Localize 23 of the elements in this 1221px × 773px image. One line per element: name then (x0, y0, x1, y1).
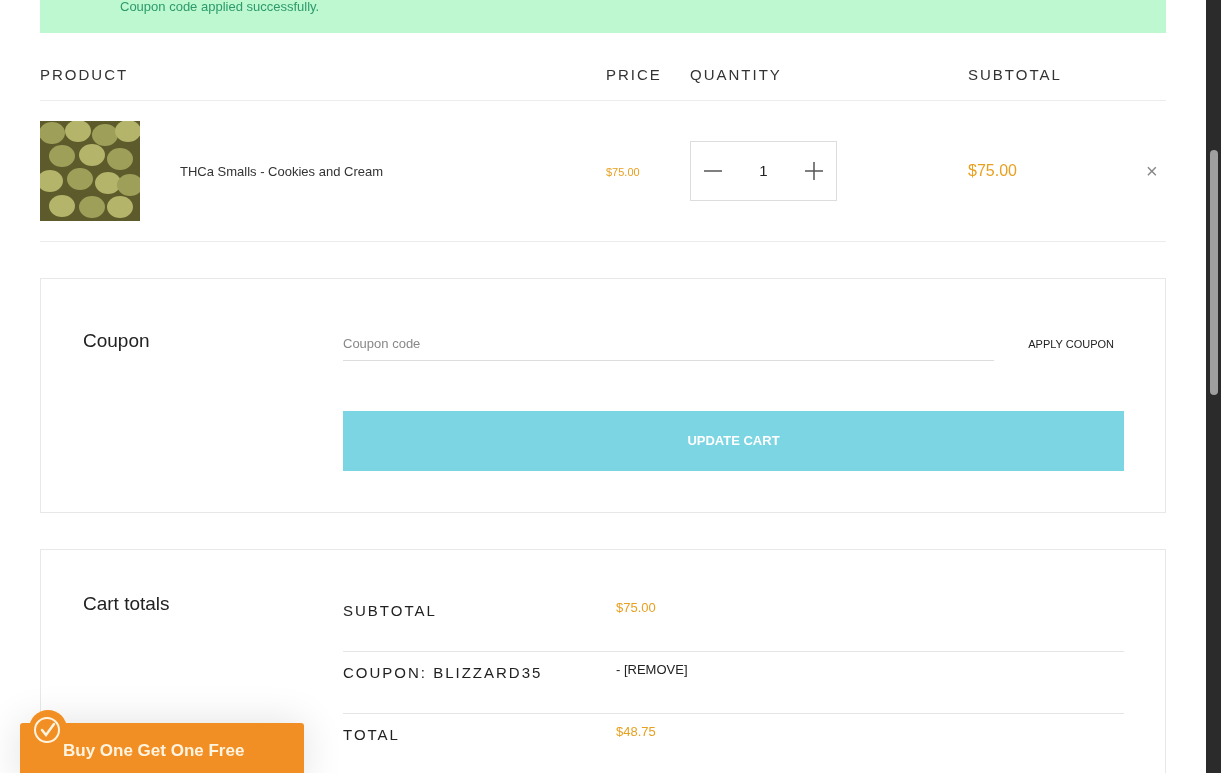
column-header: PRODUCT (40, 65, 129, 83)
coupon-title: Coupon (83, 330, 150, 351)
notice-text: Coupon code applied successfully. (120, 0, 320, 14)
price-cell: $75.00 (606, 166, 640, 178)
scrollbar[interactable] (1206, 0, 1221, 773)
cart-totals-title: Cart totals (83, 593, 170, 614)
totals-label: TOTAL (343, 725, 401, 745)
product-name[interactable]: THCa Smalls - Cookies and Cream (180, 164, 383, 179)
column-header: PRICE (606, 65, 662, 83)
quantity-value[interactable]: 1 (759, 159, 768, 183)
column-header: QUANTITY (690, 65, 782, 83)
totals-label: SUBTOTAL (343, 601, 438, 621)
remove-coupon-link[interactable]: - [REMOVE] (616, 654, 688, 680)
amount-value: $75.00 (616, 599, 656, 617)
apply-coupon-button[interactable]: APPLY COUPON (1028, 335, 1124, 353)
subtotal-cell: $75.00 (968, 162, 1017, 179)
amount-value: $48.75 (616, 723, 656, 741)
quantity-stepper[interactable]: 1 (690, 141, 837, 201)
totals-label: COUPON: BLIZZARD35 (343, 663, 544, 683)
remove-button[interactable]: × (1146, 161, 1158, 181)
plus-icon[interactable] (804, 161, 824, 181)
coupon-code-field[interactable]: Coupon code (343, 327, 995, 361)
column-header: SUBTOTAL (968, 65, 1062, 83)
